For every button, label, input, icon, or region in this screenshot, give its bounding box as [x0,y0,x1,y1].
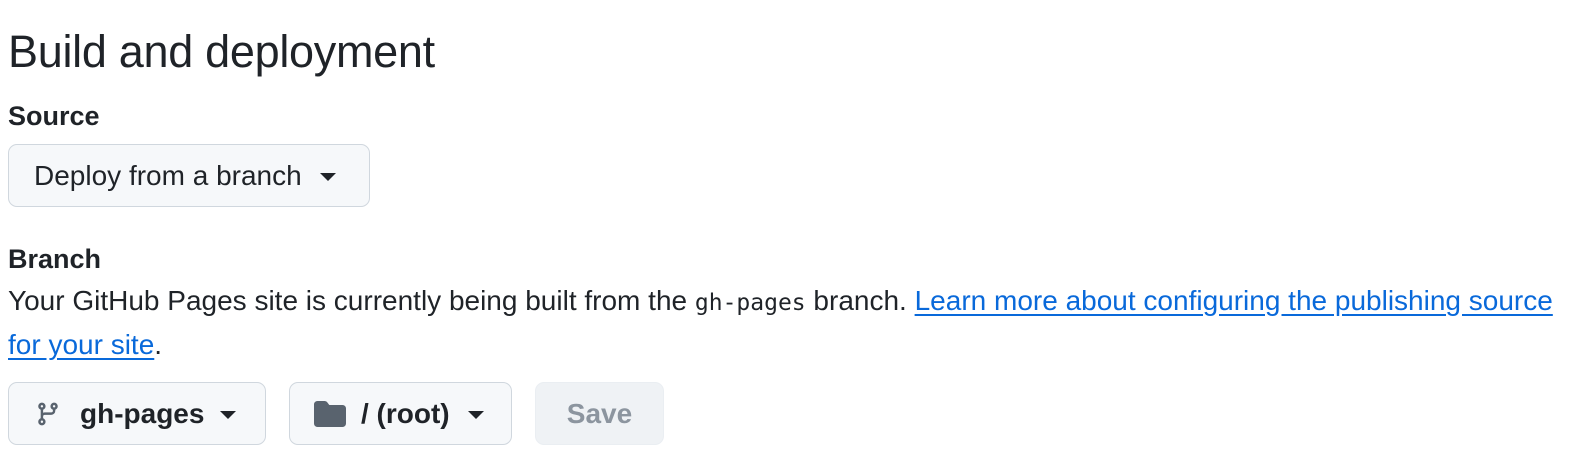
triangle-down-icon [220,410,237,419]
folder-select-button[interactable]: / (root) [289,382,512,445]
folder-select-value: / (root) [361,397,450,429]
source-label: Source [8,101,100,131]
triangle-down-icon [467,410,484,419]
branch-select-button[interactable]: gh-pages [8,382,266,445]
git-branch-icon [35,400,61,428]
description-suffix: . [154,329,163,360]
description-prefix: Your GitHub Pages site is currently bein… [8,285,695,316]
save-button[interactable]: Save [535,382,664,445]
source-select-value: Deploy from a branch [34,159,302,191]
branch-code: gh-pages [694,290,806,316]
triangle-down-icon [319,172,336,181]
source-select-button[interactable]: Deploy from a branch [8,144,370,207]
branch-label: Branch [8,244,102,274]
folder-icon [314,400,346,427]
page-title: Build and deployment [8,26,435,77]
branch-select-value: gh-pages [80,397,205,429]
description-middle: branch. [805,285,915,316]
branch-description: Your GitHub Pages site is currently bein… [8,280,1568,365]
